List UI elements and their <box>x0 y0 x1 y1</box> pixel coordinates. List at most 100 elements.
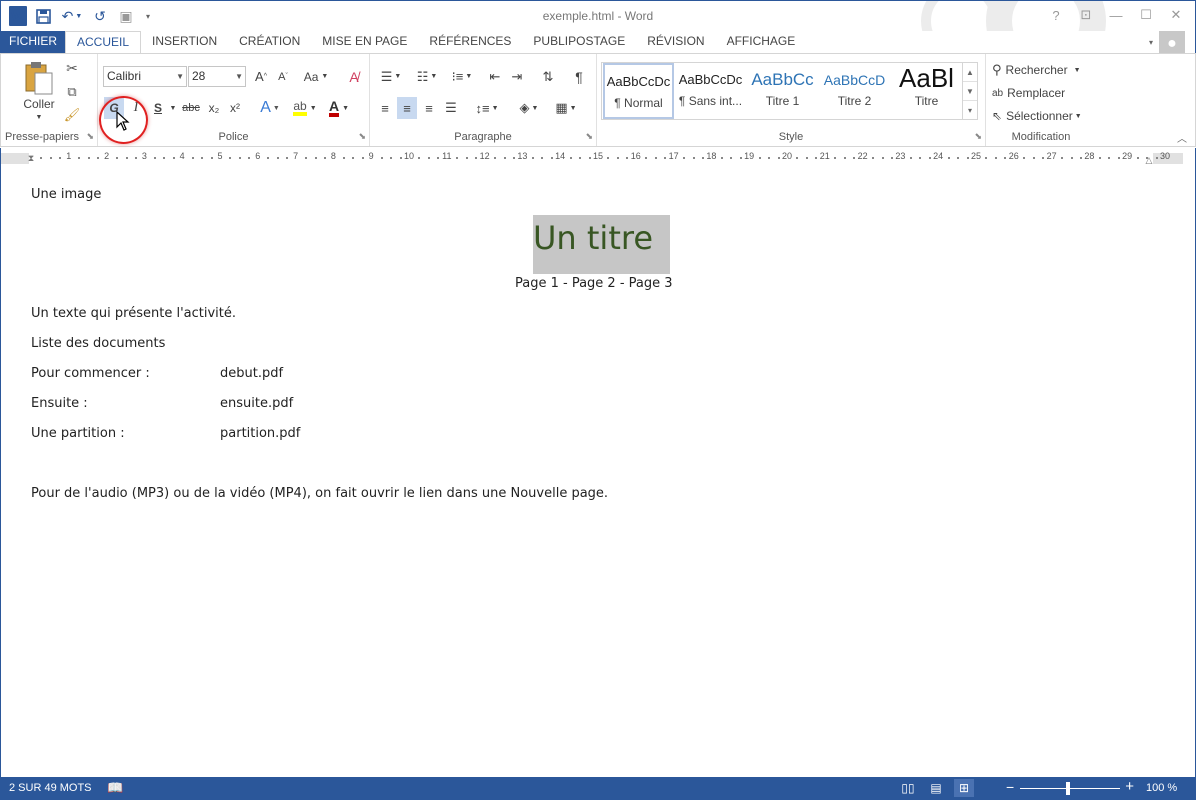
increase-indent-icon[interactable]: ⇥ <box>507 66 527 87</box>
document-heading[interactable]: Un titre <box>533 215 670 274</box>
text-effects-icon[interactable]: A ▼ <box>256 97 284 119</box>
superscript-button[interactable]: x² <box>225 97 245 119</box>
ruler-number: 13 <box>517 151 528 161</box>
print-layout-icon[interactable]: ▤ <box>926 779 946 797</box>
clipboard-launcher-icon[interactable]: ⬊ <box>86 131 94 142</box>
zoom-out-icon[interactable]: − <box>1006 779 1014 795</box>
tab-revision[interactable]: RÉVISION <box>636 31 715 53</box>
align-right-icon[interactable]: ≡ <box>419 97 439 119</box>
close-button[interactable]: ✕ <box>1165 5 1187 25</box>
font-launcher-icon[interactable]: ⬊ <box>358 131 366 142</box>
copy-icon[interactable]: ⧉ <box>63 83 81 101</box>
tab-references[interactable]: RÉFÉRENCES <box>418 31 522 53</box>
justify-icon[interactable]: ☰ <box>441 97 461 119</box>
ruler-tick <box>201 157 204 159</box>
ruler-tick <box>588 157 591 159</box>
minimize-button[interactable]: — <box>1105 5 1127 25</box>
paste-dropdown-icon[interactable]: ▼ <box>31 112 47 122</box>
paragraph-launcher-icon[interactable]: ⬊ <box>585 131 593 142</box>
style-titre[interactable]: AaBl Titre <box>891 63 962 119</box>
tab-accueil[interactable]: ACCUEIL <box>65 31 142 54</box>
subscript-button[interactable]: x₂ <box>204 97 224 119</box>
find-button[interactable]: ⚲ Rechercher ▼ <box>992 60 1092 80</box>
indent-marker-icon[interactable]: ⧗ <box>25 148 37 168</box>
web-layout-icon[interactable]: ⊞ <box>954 779 974 797</box>
tab-affichage[interactable]: AFFICHAGE <box>716 31 807 53</box>
tab-fichier[interactable]: FICHIER <box>1 31 65 53</box>
style-sans-interligne[interactable]: AaBbCcDc ¶ Sans int... <box>675 63 746 119</box>
font-size-select[interactable]: 28 ▼ <box>188 66 246 87</box>
grow-font-icon[interactable]: A ^ <box>251 66 271 87</box>
collapse-ribbon-icon[interactable]: ︿ <box>1175 130 1189 145</box>
ruler-tick <box>758 157 761 159</box>
style-name: Titre 2 <box>837 94 872 108</box>
ruler-tick <box>361 157 364 159</box>
zoom-in-icon[interactable]: + <box>1125 778 1134 795</box>
select-button[interactable]: ⇖ Sélectionner ▼ <box>992 106 1092 126</box>
read-mode-icon[interactable]: ▯▯ <box>898 779 918 797</box>
bullets-icon[interactable]: ☰ ▼ <box>375 66 407 87</box>
more-styles-icon[interactable]: ▾ <box>963 101 977 119</box>
highlight-color-icon[interactable]: ab ▼ <box>290 97 320 119</box>
proofing-icon[interactable]: 📖 <box>107 780 123 796</box>
format-painter-icon[interactable]: 🖌 <box>63 106 81 124</box>
help-button[interactable]: ? <box>1045 5 1067 25</box>
scroll-up-icon[interactable]: ▲ <box>963 63 977 82</box>
align-center-icon[interactable]: ≡ <box>397 97 417 119</box>
mouse-cursor-icon <box>116 110 130 136</box>
style-titre-1[interactable]: AaBbCc Titre 1 <box>747 63 818 119</box>
decrease-indent-icon[interactable]: ⇤ <box>485 66 505 87</box>
shading-icon[interactable]: ◈ ▼ <box>513 97 545 119</box>
style-normal[interactable]: AaBbCcDc ¶ Normal <box>603 63 674 119</box>
borders-icon[interactable]: ▦ ▼ <box>550 97 582 119</box>
multilevel-list-icon[interactable]: ⁝≡ ▼ <box>446 66 478 87</box>
underline-button[interactable]: S <box>149 97 167 119</box>
tab-insertion[interactable]: INSERTION <box>141 31 228 53</box>
align-left-icon[interactable]: ≡ <box>375 97 395 119</box>
styles-launcher-icon[interactable]: ⬊ <box>974 131 982 142</box>
page-links[interactable]: Page 1 - Page 2 - Page 3 <box>515 276 673 291</box>
replace-button[interactable]: ab Remplacer <box>992 83 1092 103</box>
account-dropdown-icon[interactable]: ▾ <box>1149 38 1153 47</box>
cut-icon[interactable]: ✂ <box>63 59 81 77</box>
zoom-thumb[interactable] <box>1066 782 1070 795</box>
ruler-tick <box>919 157 922 159</box>
scroll-down-icon[interactable]: ▼ <box>963 82 977 101</box>
underline-dropdown-icon[interactable]: ▼ <box>168 97 178 119</box>
file-link[interactable]: ensuite.pdf <box>220 396 293 411</box>
ruler-tick <box>692 157 695 159</box>
file-link[interactable]: debut.pdf <box>220 366 283 381</box>
word-count[interactable]: 2 SUR 49 MOTS <box>9 782 92 794</box>
file-link[interactable]: partition.pdf <box>220 426 300 441</box>
ruler-number: 23 <box>895 151 906 161</box>
paste-icon[interactable] <box>21 60 57 96</box>
shrink-font-icon[interactable]: Aˇ <box>273 66 293 87</box>
list-title: Liste des documents <box>31 336 166 351</box>
maximize-button[interactable]: ☐ <box>1135 5 1157 25</box>
ruler-tick <box>229 157 232 159</box>
ruler-tick <box>1108 157 1111 159</box>
right-indent-marker-icon[interactable]: △ <box>1143 154 1155 166</box>
font-name-select[interactable]: Calibri ▼ <box>103 66 187 87</box>
tab-mise-en-page[interactable]: MISE EN PAGE <box>311 31 418 53</box>
style-titre-2[interactable]: AaBbCcD Titre 2 <box>819 63 890 119</box>
avatar[interactable]: ● <box>1159 31 1185 53</box>
ruler-tick <box>664 157 667 159</box>
ruler-number: 18 <box>706 151 717 161</box>
sort-icon[interactable]: ⇅ <box>538 66 558 87</box>
show-formatting-marks-icon[interactable]: ¶ <box>569 66 589 87</box>
change-case-button[interactable]: Aa ▼ <box>300 66 332 87</box>
line-spacing-icon[interactable]: ↕≡ ▼ <box>471 97 503 119</box>
zoom-percentage[interactable]: 100 % <box>1146 782 1177 794</box>
numbering-icon[interactable]: ☷ ▼ <box>411 66 443 87</box>
zoom-slider[interactable]: − + <box>1006 778 1134 797</box>
ribbon-display-options-icon[interactable]: ⊡ <box>1075 5 1097 25</box>
tab-publipostage[interactable]: PUBLIPOSTAGE <box>522 31 636 53</box>
ruler-tick <box>475 157 478 159</box>
font-color-icon[interactable]: A ▼ <box>324 97 354 119</box>
clear-formatting-icon[interactable]: A̸ <box>343 66 365 87</box>
paste-button[interactable]: Coller <box>15 96 63 112</box>
tab-creation[interactable]: CRÉATION <box>228 31 311 53</box>
strikethrough-button[interactable]: abc <box>180 97 202 119</box>
document-area[interactable]: Une image Un titre Page 1 - Page 2 - Pag… <box>0 168 1196 777</box>
